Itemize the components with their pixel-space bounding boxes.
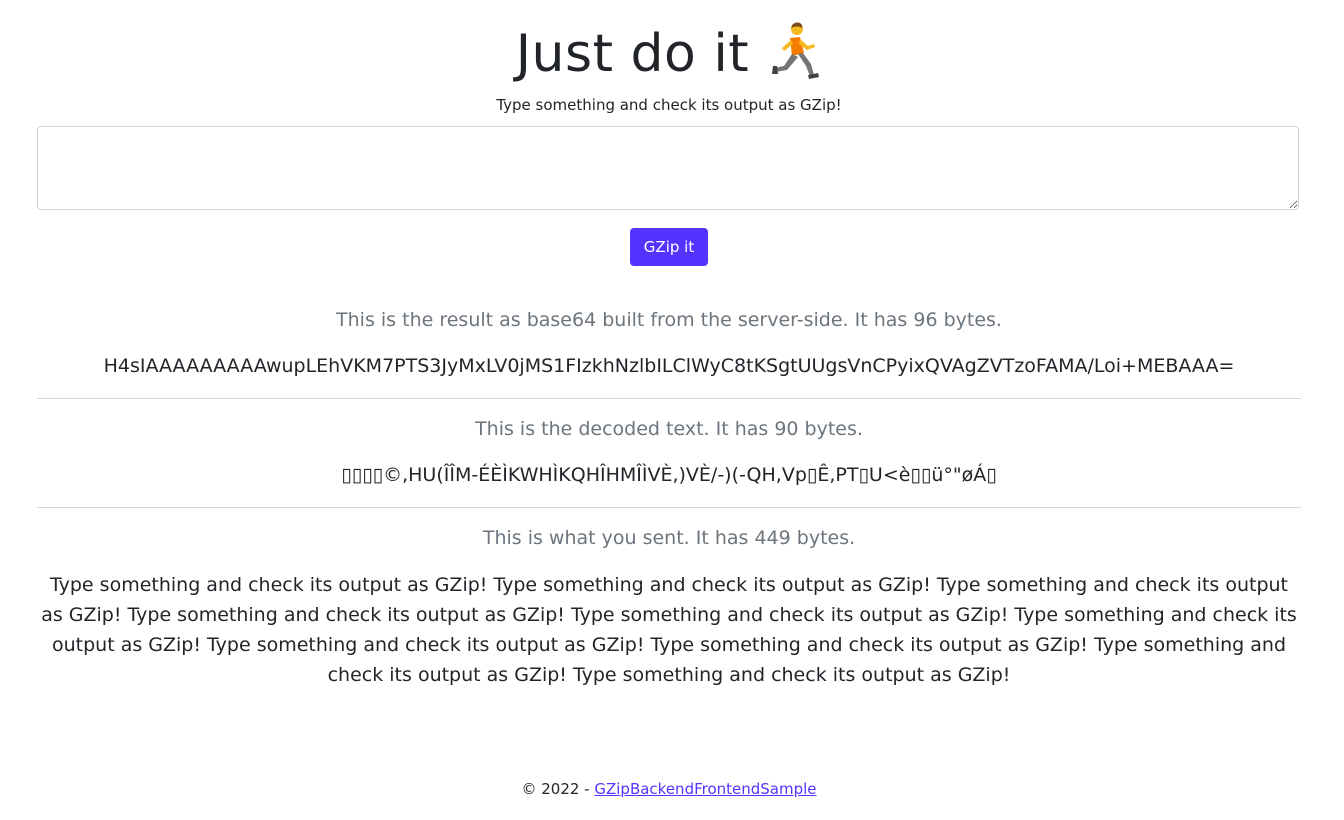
footer-project-link[interactable]: GZipBackendFrontendSample bbox=[594, 780, 816, 798]
page-title: Just do it bbox=[515, 24, 750, 84]
footer-copyright: © 2022 - bbox=[521, 780, 595, 798]
person-running-icon bbox=[770, 20, 822, 84]
gzip-it-button[interactable]: GZip it bbox=[629, 228, 709, 266]
button-row: GZip it bbox=[37, 228, 1301, 266]
header: Just do it bbox=[37, 18, 1301, 90]
decoded-value: ▯▯▯▯©,HU(ÎÎM-ÉÈÌKWHÌKQHÎHMÎÌVÈ,)VÈ/-)(-Q… bbox=[341, 464, 997, 486]
sent-value: Type something and check its output as G… bbox=[41, 574, 1297, 686]
sent-caption: This is what you sent. It has 449 bytes. bbox=[482, 527, 856, 549]
divider bbox=[37, 398, 1301, 399]
footer: © 2022 - GZipBackendFrontendSample bbox=[37, 780, 1301, 798]
base64-caption: This is the result as base64 built from … bbox=[336, 309, 1002, 331]
divider bbox=[37, 507, 1301, 508]
page-subtitle: Type something and check its output as G… bbox=[496, 96, 842, 114]
text-input[interactable] bbox=[37, 126, 1299, 210]
base64-value: H4sIAAAAAAAAAwupLEhVKM7PTS3JyMxLV0jMS1FI… bbox=[103, 355, 1235, 377]
decoded-caption: This is the decoded text. It has 90 byte… bbox=[475, 418, 863, 440]
